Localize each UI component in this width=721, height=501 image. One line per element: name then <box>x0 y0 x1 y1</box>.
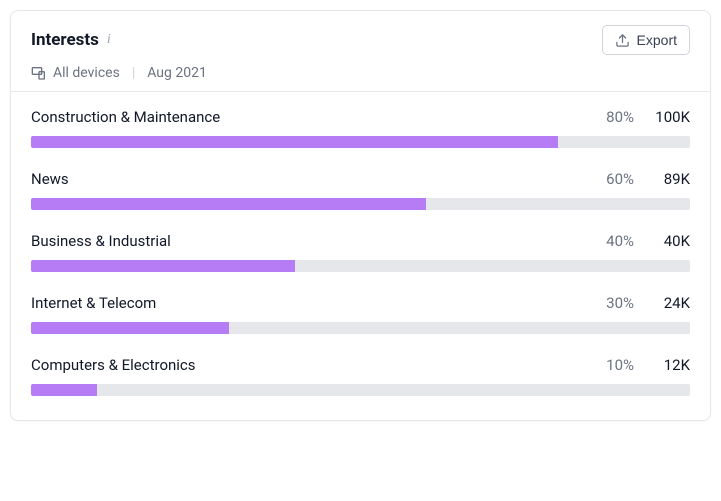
devices-filter[interactable]: All devices <box>31 65 120 81</box>
header-top: Interests i Export <box>31 25 690 55</box>
bar-track <box>31 384 690 396</box>
header-sub: All devices | Aug 2021 <box>31 65 690 81</box>
bar-track <box>31 260 690 272</box>
row-percent: 30% <box>606 294 634 312</box>
devices-label: All devices <box>53 65 120 81</box>
list-item: News 60% 89K <box>31 170 690 210</box>
bar-fill <box>31 384 97 396</box>
devices-icon <box>31 65 47 81</box>
card-header: Interests i Export <box>11 11 710 92</box>
list-item: Internet & Telecom 30% 24K <box>31 294 690 334</box>
interests-card: Interests i Export <box>10 10 711 421</box>
separator: | <box>132 65 135 81</box>
info-icon[interactable]: i <box>107 33 111 47</box>
list-item: Computers & Electronics 10% 12K <box>31 356 690 396</box>
date-label: Aug 2021 <box>147 65 207 81</box>
list-item: Business & Industrial 40% 40K <box>31 232 690 272</box>
bar-fill <box>31 322 229 334</box>
export-label: Export <box>637 32 677 48</box>
export-button[interactable]: Export <box>602 25 690 55</box>
row-value: 12K <box>646 356 690 374</box>
row-value: 40K <box>646 232 690 250</box>
row-value: 89K <box>646 170 690 188</box>
title-wrap: Interests i <box>31 30 111 50</box>
row-percent: 80% <box>606 108 634 126</box>
row-label: Construction & Maintenance <box>31 108 606 126</box>
row-header: Computers & Electronics 10% 12K <box>31 356 690 374</box>
bar-track <box>31 198 690 210</box>
page-title: Interests <box>31 30 99 50</box>
row-label: Business & Industrial <box>31 232 606 250</box>
bar-track <box>31 322 690 334</box>
row-header: Construction & Maintenance 80% 100K <box>31 108 690 126</box>
bar-fill <box>31 136 558 148</box>
bar-track <box>31 136 690 148</box>
card-body: Construction & Maintenance 80% 100K News… <box>11 92 710 420</box>
row-label: Internet & Telecom <box>31 294 606 312</box>
row-percent: 40% <box>606 232 634 250</box>
row-percent: 10% <box>606 356 634 374</box>
row-percent: 60% <box>606 170 634 188</box>
row-header: Internet & Telecom 30% 24K <box>31 294 690 312</box>
row-header: Business & Industrial 40% 40K <box>31 232 690 250</box>
bar-fill <box>31 260 295 272</box>
list-item: Construction & Maintenance 80% 100K <box>31 108 690 148</box>
row-header: News 60% 89K <box>31 170 690 188</box>
row-label: Computers & Electronics <box>31 356 606 374</box>
row-value: 100K <box>646 108 690 126</box>
row-value: 24K <box>646 294 690 312</box>
row-label: News <box>31 170 606 188</box>
bar-fill <box>31 198 426 210</box>
export-icon <box>615 33 630 48</box>
